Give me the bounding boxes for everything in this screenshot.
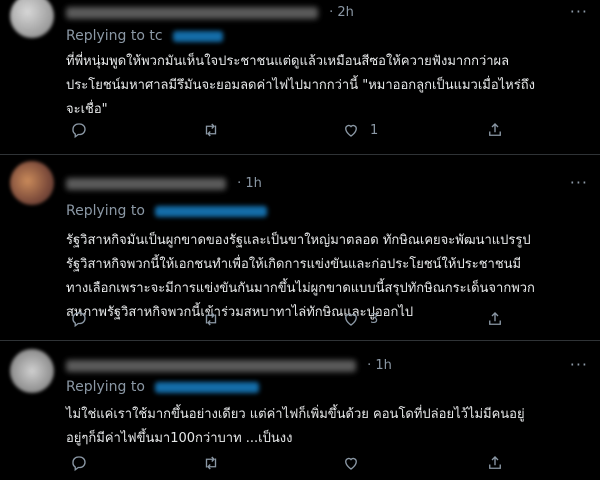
blurred-author-name[interactable] [66, 177, 226, 190]
heart-icon [345, 457, 357, 470]
replying-to: Replying to [66, 379, 260, 395]
blurred-handle[interactable] [155, 205, 268, 217]
action-bar: 1 [66, 120, 586, 140]
tweet-header: · 1h [66, 355, 392, 375]
retweet-icon [205, 123, 217, 137]
reply-icon [72, 312, 86, 328]
like-button[interactable]: 1 [342, 120, 378, 140]
blurred-handle[interactable] [173, 30, 224, 42]
reply-icon [72, 123, 86, 139]
heart-icon [345, 124, 357, 137]
tweet-time[interactable]: · 1h [367, 358, 392, 373]
tweet-text-line: รัฐวิสาหกิจพวกนี้ให้เอกชนทำเพื่อให้เกิดก… [66, 257, 522, 272]
reply-button[interactable] [70, 453, 88, 473]
retweet-icon [205, 312, 217, 326]
tweet-header: · 1h [66, 173, 262, 193]
replying-to-label: Replying to [66, 28, 145, 44]
tweet-time[interactable]: · 1h [237, 176, 262, 191]
share-button[interactable] [486, 453, 504, 473]
tweet-time[interactable]: · 2h [329, 5, 354, 20]
tweet-text-line: จะเชื่อ" [66, 102, 108, 117]
tweet-text-line: ประโยชน์มหาศาลมีรึมันจะยอมลดค่าไฟไปมากกว… [66, 78, 535, 93]
avatar[interactable] [10, 161, 54, 205]
like-count: 1 [370, 122, 379, 138]
reply-button[interactable] [70, 120, 88, 140]
reply-icon [72, 456, 86, 472]
like-button[interactable]: 3 [342, 309, 378, 329]
tweet-text-line: อยู่ๆก็มีค่าไฟขึ้นมา100กว่าบาท ...เป็นงง [66, 431, 293, 446]
retweet-button[interactable] [202, 309, 220, 329]
retweet-button[interactable] [202, 120, 220, 140]
share-icon [489, 456, 501, 469]
like-count: 3 [370, 311, 379, 327]
tweet-text-line: ที่พี่หนุ่มพูดให้พวกมันเห็นใจประชาชนแต่ด… [66, 54, 510, 69]
replying-to-label: Replying to [66, 379, 145, 395]
blurred-author-name[interactable] [66, 359, 356, 372]
share-icon [489, 123, 501, 136]
blurred-author-name[interactable] [66, 6, 318, 19]
avatar[interactable] [10, 349, 54, 393]
tweet-text-line: ไม่ใช่แค่เราใช้มากขึ้นอย่างเดียว แต่ค่าไ… [66, 407, 525, 422]
like-button[interactable] [342, 453, 370, 473]
tweet-text-line: ทางเลือกเพราะจะมีการแข่งขันกันมากขึ้นไม่… [66, 281, 535, 296]
tweet-text: ที่พี่หนุ่มพูดให้พวกมันเห็นใจประชาชนแต่ด… [66, 50, 586, 122]
reply-tweet[interactable]: · 1h ··· Replying to ไม่ใช่แค่เราใช้มากข… [0, 340, 600, 480]
replying-to-label: Replying to [66, 203, 145, 219]
reply-tweet[interactable]: · 2h ··· Replying to tc ที่พี่หนุ่มพูดให… [0, 0, 600, 154]
replying-to-handle[interactable]: tc [149, 28, 162, 44]
retweet-button[interactable] [202, 453, 220, 473]
reply-button[interactable] [70, 309, 88, 329]
blurred-handle[interactable] [155, 381, 260, 393]
tweet-text-line: รัฐวิสาหกิจมันเป็นผูกขาดของรัฐและเป็นขาใ… [66, 233, 531, 248]
share-icon [489, 312, 501, 325]
action-bar [66, 453, 586, 473]
tweet-header: · 2h [66, 2, 354, 22]
more-options-icon[interactable]: ··· [570, 175, 588, 191]
more-options-icon[interactable]: ··· [570, 357, 588, 373]
avatar[interactable] [10, 0, 54, 38]
more-options-icon[interactable]: ··· [570, 4, 588, 20]
share-button[interactable] [486, 120, 504, 140]
action-bar: 3 [66, 309, 586, 329]
heart-icon [345, 313, 357, 326]
reply-tweet[interactable]: · 1h ··· Replying to รัฐวิสาหกิจมันเป็นผ… [0, 154, 600, 341]
tweet-text: ไม่ใช่แค่เราใช้มากขึ้นอย่างเดียว แต่ค่าไ… [66, 403, 586, 451]
retweet-icon [205, 456, 217, 470]
share-button[interactable] [486, 309, 504, 329]
replying-to: Replying to tc [66, 28, 224, 44]
replying-to: Replying to [66, 203, 268, 219]
